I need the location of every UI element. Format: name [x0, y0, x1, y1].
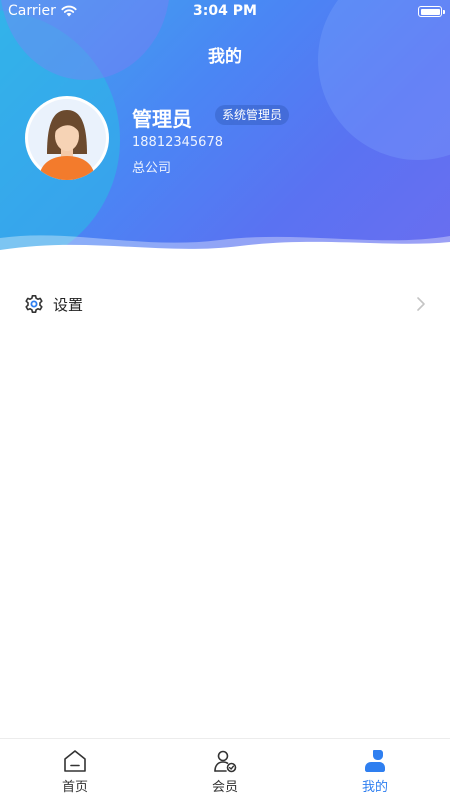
home-icon: [62, 748, 88, 774]
menu-item-settings[interactable]: 设置: [0, 282, 450, 326]
tab-home-label: 首页: [61, 780, 88, 795]
page-title: 我的: [208, 47, 242, 67]
gear-icon: [24, 294, 44, 314]
status-bar: Carrier 3:04 PM: [0, 0, 450, 24]
tab-home[interactable]: 首页: [0, 739, 150, 801]
role-badge: 系统管理员: [215, 105, 290, 125]
settings-label: 设置: [53, 295, 84, 314]
tab-bar: 首页 会员 我的: [0, 738, 450, 801]
battery-icon: [418, 6, 445, 17]
member-icon: [212, 748, 238, 774]
user-organization: 总公司: [132, 161, 172, 176]
wave-divider: [0, 235, 450, 262]
user-phone: 18812345678: [132, 135, 223, 150]
tab-member[interactable]: 会员: [150, 739, 300, 801]
tab-member-label: 会员: [211, 780, 238, 795]
chevron-right-icon: [416, 296, 426, 312]
user-avatar-icon: [28, 99, 106, 180]
avatar[interactable]: [25, 96, 109, 180]
decorative-circle: [318, 0, 450, 160]
tab-profile[interactable]: 我的: [300, 739, 450, 801]
tab-profile-label: 我的: [361, 780, 388, 795]
status-time: 3:04 PM: [193, 3, 257, 19]
user-name: 管理员: [132, 107, 192, 131]
profile-icon: [362, 748, 388, 774]
